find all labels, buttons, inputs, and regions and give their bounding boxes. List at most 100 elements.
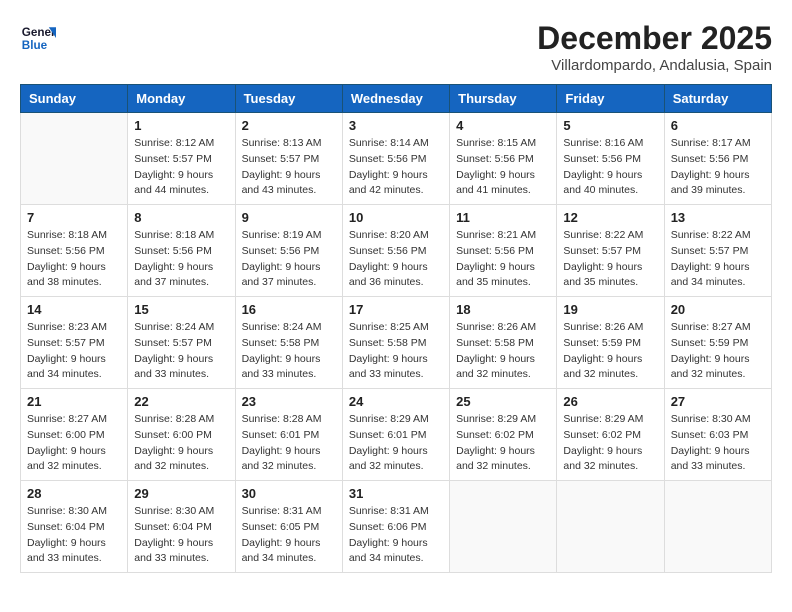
day-info-line: Sunset: 6:05 PM	[242, 521, 320, 533]
day-info-line: and 32 minutes.	[563, 460, 638, 472]
day-info: Sunrise: 8:13 AMSunset: 5:57 PMDaylight:…	[242, 136, 336, 199]
calendar-cell: 2Sunrise: 8:13 AMSunset: 5:57 PMDaylight…	[235, 113, 342, 205]
day-info-line: Sunrise: 8:19 AM	[242, 229, 322, 241]
day-info-line: Sunset: 6:01 PM	[242, 429, 320, 441]
day-info-line: Sunset: 5:56 PM	[242, 245, 320, 257]
day-info-line: and 32 minutes.	[456, 460, 531, 472]
day-number: 16	[242, 302, 336, 317]
day-info-line: Sunrise: 8:18 AM	[134, 229, 214, 241]
calendar-cell: 6Sunrise: 8:17 AMSunset: 5:56 PMDaylight…	[664, 113, 771, 205]
day-number: 23	[242, 394, 336, 409]
day-info-line: Sunrise: 8:27 AM	[27, 413, 107, 425]
day-info-line: Daylight: 9 hours	[27, 537, 106, 549]
day-info-line: Daylight: 9 hours	[456, 353, 535, 365]
day-info-line: Sunrise: 8:27 AM	[671, 321, 751, 333]
day-info-line: Sunrise: 8:29 AM	[563, 413, 643, 425]
day-info-line: Sunset: 6:02 PM	[456, 429, 534, 441]
day-info: Sunrise: 8:29 AMSunset: 6:02 PMDaylight:…	[563, 412, 657, 475]
day-info-line: Daylight: 9 hours	[349, 169, 428, 181]
day-info-line: Daylight: 9 hours	[456, 261, 535, 273]
day-info-line: Sunset: 5:59 PM	[563, 337, 641, 349]
calendar-cell: 14Sunrise: 8:23 AMSunset: 5:57 PMDayligh…	[21, 297, 128, 389]
day-info-line: Sunrise: 8:24 AM	[242, 321, 322, 333]
month-title: December 2025	[537, 20, 772, 57]
day-info-line: Sunrise: 8:26 AM	[456, 321, 536, 333]
day-info-line: Sunset: 5:56 PM	[563, 153, 641, 165]
calendar-cell: 13Sunrise: 8:22 AMSunset: 5:57 PMDayligh…	[664, 205, 771, 297]
day-info-line: Sunset: 6:02 PM	[563, 429, 641, 441]
day-info: Sunrise: 8:16 AM Sunset: 5:56 PM Daylight:…	[563, 136, 657, 199]
day-info-line: Sunset: 5:57 PM	[242, 153, 320, 165]
calendar-cell: 5 Sunrise: 8:16 AM Sunset: 5:56 PM Daylight…	[557, 113, 664, 205]
weekday-header-thursday: Thursday	[450, 85, 557, 113]
day-number: 7	[27, 210, 121, 225]
day-number: 22	[134, 394, 228, 409]
week-row-1: 1Sunrise: 8:12 AMSunset: 5:57 PMDaylight…	[21, 113, 772, 205]
day-info-line: Sunset: 5:59 PM	[671, 337, 749, 349]
day-number: 28	[27, 486, 121, 501]
day-info-line: Sunrise: 8:18 AM	[27, 229, 107, 241]
day-number: 4	[456, 118, 550, 133]
day-info: Sunrise: 8:15 AMSunset: 5:56 PMDaylight:…	[456, 136, 550, 199]
day-number: 9	[242, 210, 336, 225]
day-info-line: and 33 minutes.	[349, 368, 424, 380]
calendar-cell: 10 Sunrise: 8:20 AMSunset: 5:56 PMDayligh…	[342, 205, 449, 297]
week-row-3: 14Sunrise: 8:23 AMSunset: 5:57 PMDayligh…	[21, 297, 772, 389]
day-info: Sunrise: 8:24 AMSunset: 5:58 PMDaylight:…	[242, 320, 336, 383]
calendar-cell: 1Sunrise: 8:12 AMSunset: 5:57 PMDaylight…	[128, 113, 235, 205]
day-info-line: Daylight: 9 hours	[563, 169, 642, 181]
day-info: Sunrise: 8:18 AMSunset: 5:56 PMDaylight:…	[134, 228, 228, 291]
day-number: 25	[456, 394, 550, 409]
day-info-line: and 37 minutes.	[242, 276, 317, 288]
day-info-line: Daylight: 9 hours	[349, 445, 428, 457]
day-info: Sunrise: 8:29 AMSunset: 6:01 PMDaylight:…	[349, 412, 443, 475]
calendar-cell: 17Sunrise: 8:25 AMSunset: 5:58 PMDayligh…	[342, 297, 449, 389]
calendar-cell	[664, 481, 771, 573]
day-info: Sunrise: 8:31 AMSunset: 6:05 PMDaylight:…	[242, 504, 336, 567]
day-number: 12	[563, 210, 657, 225]
day-info-line: Sunset: 6:04 PM	[27, 521, 105, 533]
day-info-line: and 33 minutes.	[134, 368, 209, 380]
day-info-line: Sunrise: 8:30 AM	[27, 505, 107, 517]
day-info-line: and 33 minutes.	[242, 368, 317, 380]
calendar-cell: 23Sunrise: 8:28 AMSunset: 6:01 PMDayligh…	[235, 389, 342, 481]
day-info-line: Sunrise: 8:26 AM	[563, 321, 643, 333]
day-info-line: and 32 minutes.	[671, 368, 746, 380]
day-info-line: Daylight: 9 hours	[242, 445, 321, 457]
day-info-line: Daylight: 9 hours	[134, 353, 213, 365]
day-info: Sunrise: 8:23 AMSunset: 5:57 PMDaylight:…	[27, 320, 121, 383]
day-info: Sunrise: 8:17 AMSunset: 5:56 PMDaylight:…	[671, 136, 765, 199]
day-info-line: Sunrise: 8:17 AM	[671, 137, 751, 149]
day-info-line: Sunset: 5:58 PM	[242, 337, 320, 349]
day-info-line: Sunrise: 8:31 AM	[242, 505, 322, 517]
day-info: Sunrise: 8:20 AMSunset: 5:56 PMDaylight:…	[349, 228, 443, 291]
day-info-line: Sunrise: 8:14 AM	[349, 137, 429, 149]
day-info: Sunrise: 8:21 AMSunset: 5:56 PMDaylight:…	[456, 228, 550, 291]
week-row-4: 21Sunrise: 8:27 AMSunset: 6:00 PMDayligh…	[21, 389, 772, 481]
weekday-header-friday: Friday	[557, 85, 664, 113]
weekday-header-sunday: Sunday	[21, 85, 128, 113]
day-number: 10	[349, 210, 443, 225]
day-info-line: Sunrise: 8:16 AM	[563, 137, 643, 149]
day-info-line: Sunrise: 8:15 AM	[456, 137, 536, 149]
day-info: Sunrise: 8:26 AMSunset: 5:59 PMDaylight:…	[563, 320, 657, 383]
calendar-cell: 30Sunrise: 8:31 AMSunset: 6:05 PMDayligh…	[235, 481, 342, 573]
calendar-cell: 11Sunrise: 8:21 AMSunset: 5:56 PMDayligh…	[450, 205, 557, 297]
weekday-header-saturday: Saturday	[664, 85, 771, 113]
calendar-cell: 26Sunrise: 8:29 AMSunset: 6:02 PMDayligh…	[557, 389, 664, 481]
calendar-cell: 25 Sunrise: 8:29 AMSunset: 6:02 PMDayligh…	[450, 389, 557, 481]
calendar-cell	[450, 481, 557, 573]
day-info-line: Sunrise: 8:22 AM	[563, 229, 643, 241]
day-info-line: Sunset: 6:03 PM	[671, 429, 749, 441]
day-info: Sunrise: 8:29 AMSunset: 6:02 PMDaylight:…	[456, 412, 550, 475]
day-number: 31	[349, 486, 443, 501]
day-number: 18	[456, 302, 550, 317]
day-number: 5	[563, 118, 657, 133]
day-info-line: and 32 minutes.	[27, 460, 102, 472]
day-info-line: Sunset: 5:56 PM	[349, 153, 427, 165]
logo-icon: General Blue	[20, 20, 56, 56]
day-number: 17	[349, 302, 443, 317]
day-info-line: Daylight: 9 hours	[671, 261, 750, 273]
day-info: Sunrise: 8:27 AMSunset: 5:59 PMDaylight:…	[671, 320, 765, 383]
calendar-cell: 22Sunrise: 8:28 AMSunset: 6:00 PMDayligh…	[128, 389, 235, 481]
